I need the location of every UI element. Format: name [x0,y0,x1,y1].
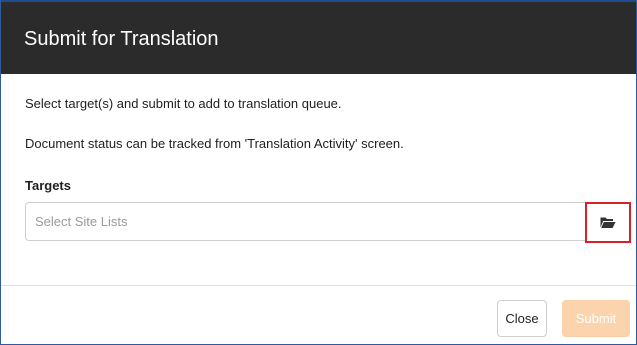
footer-divider [1,285,636,286]
instructions-text: Select target(s) and submit to add to tr… [25,96,342,111]
status-note-text: Document status can be tracked from 'Tra… [25,136,404,151]
targets-input[interactable] [26,203,581,240]
folder-open-icon [600,217,616,228]
submit-translation-dialog: Submit for Translation Select target(s) … [0,0,637,345]
dialog-header: Submit for Translation [1,0,636,74]
targets-field [25,202,631,243]
close-button[interactable]: Close [497,300,547,337]
targets-label: Targets [25,178,71,193]
dialog-title: Submit for Translation [24,28,219,50]
submit-button[interactable]: Submit [562,300,630,337]
browse-site-lists-button[interactable] [585,202,631,243]
